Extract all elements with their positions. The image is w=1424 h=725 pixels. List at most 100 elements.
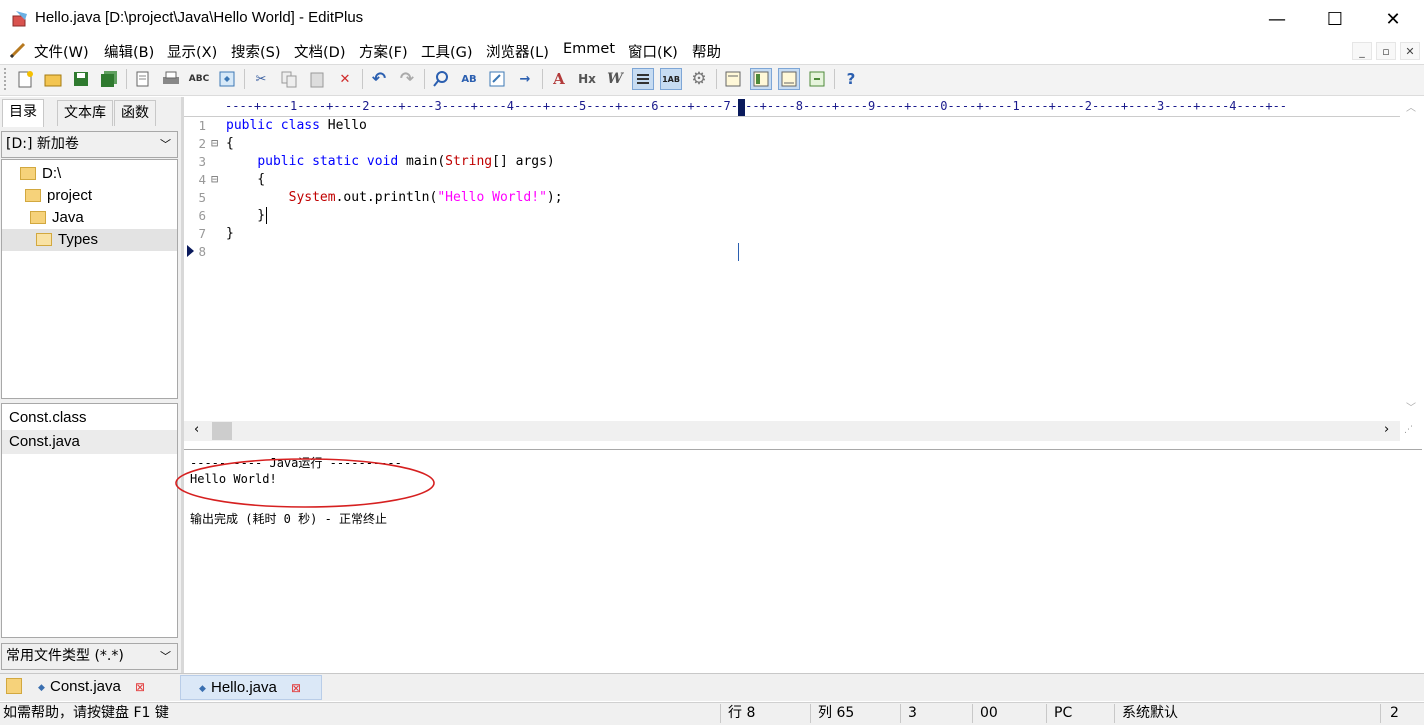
menu-window[interactable]: 窗口(K)	[628, 41, 678, 62]
line-number: 5	[198, 190, 206, 205]
editplus-app-icon[interactable]	[10, 9, 30, 29]
code-line[interactable]: }	[226, 208, 265, 223]
drive-select[interactable]: [D:] 新加卷 ﹀	[1, 131, 178, 158]
settings-icon[interactable]: ⚙	[688, 68, 710, 90]
help-icon[interactable]: ?	[840, 68, 862, 90]
scroll-down-icon[interactable]: ﹀	[1406, 399, 1416, 414]
java-file-icon: ◆	[38, 682, 45, 692]
line-number: 6	[198, 208, 206, 223]
mdi-minimize-button[interactable]: _	[1352, 42, 1372, 60]
menu-document[interactable]: 文档(D)	[294, 41, 345, 62]
file-item-const-class[interactable]: Const.class	[2, 406, 177, 430]
scroll-right-icon[interactable]: ›	[1384, 422, 1389, 437]
close-button[interactable]: ✕	[1364, 0, 1422, 38]
chevron-down-icon: ﹀	[160, 650, 171, 663]
fold-marker-icon[interactable]: ⊟	[211, 172, 218, 186]
mdi-close-button[interactable]: ✕	[1400, 42, 1420, 60]
file-type-filter-select[interactable]: 常用文件类型 (*.*) ﹀	[1, 643, 178, 670]
horizontal-scrollbar[interactable]: ‹ ›	[184, 421, 1400, 441]
undo-icon[interactable]: ↶	[368, 68, 390, 90]
cut-icon[interactable]: ✂	[250, 68, 272, 90]
fold-marker-icon[interactable]: ⊟	[211, 136, 218, 150]
mdi-restore-button[interactable]: ▫	[1376, 42, 1396, 60]
tree-node-drive[interactable]: D:\	[2, 163, 177, 185]
menu-view[interactable]: 显示(X)	[167, 41, 217, 62]
goto-icon[interactable]	[486, 68, 508, 90]
html-icon[interactable]	[806, 68, 828, 90]
next-icon[interactable]: →	[514, 68, 536, 90]
output-icon[interactable]	[750, 68, 772, 90]
window-title: Hello.java [D:\project\Java\Hello World]…	[35, 9, 364, 26]
menu-tools[interactable]: 工具(G)	[421, 41, 473, 62]
line-number: 4	[198, 172, 206, 187]
hex-icon[interactable]: Hx	[576, 68, 598, 90]
font-icon[interactable]: A	[548, 68, 570, 90]
word-wrap-icon[interactable]: W	[604, 68, 626, 90]
replace-icon[interactable]: AB	[458, 68, 480, 90]
tab-cliptext[interactable]: 文本库	[57, 100, 113, 126]
tab-hello-java[interactable]: ◆ Hello.java ⊠	[180, 675, 322, 700]
menu-emmet[interactable]: Emmet	[563, 41, 615, 57]
close-tab-icon[interactable]: ⊠	[291, 681, 301, 695]
menu-project[interactable]: 方案(F)	[359, 41, 408, 62]
paste-icon[interactable]	[306, 68, 328, 90]
maximize-button[interactable]: ☐	[1306, 0, 1364, 38]
code-line[interactable]: public static void main(String[] args)	[226, 154, 554, 169]
tab-functions[interactable]: 函数	[114, 100, 156, 126]
new-file-icon[interactable]	[14, 68, 36, 90]
menu-edit[interactable]: 编辑(B)	[104, 41, 154, 62]
status-encoding[interactable]: 系统默认	[1122, 704, 1178, 723]
menu-search[interactable]: 搜索(S)	[231, 41, 281, 62]
folder-icon[interactable]	[6, 678, 22, 694]
status-line-ending[interactable]: PC	[1054, 704, 1072, 723]
minimize-button[interactable]: —	[1248, 0, 1306, 38]
tree-node-java[interactable]: Java	[2, 207, 177, 229]
menu-file[interactable]: 文件(W)	[34, 41, 89, 62]
redo-icon[interactable]: ↷	[396, 68, 418, 90]
toolbar-separator	[424, 69, 425, 89]
browser-icon[interactable]	[216, 68, 238, 90]
column-icon[interactable]: 1AB	[660, 68, 682, 90]
status-separator	[972, 704, 973, 723]
code-token: "Hello World!"	[437, 190, 547, 205]
code-line[interactable]: System.out.println("Hello World!");	[226, 190, 563, 205]
status-separator	[810, 704, 811, 723]
save-all-icon[interactable]	[98, 68, 120, 90]
scroll-left-icon[interactable]: ‹	[194, 422, 199, 437]
delete-icon[interactable]: ✕	[334, 68, 356, 90]
status-column[interactable]: 列 65	[818, 704, 854, 723]
code-token: {	[226, 172, 266, 187]
file-item-const-java[interactable]: Const.java	[2, 430, 177, 454]
panel-icon[interactable]	[722, 68, 744, 90]
vertical-scrollbar[interactable]: ︿ ﹀	[1400, 97, 1424, 423]
code-line[interactable]: {	[226, 172, 265, 187]
save-icon[interactable]	[70, 68, 92, 90]
code-line[interactable]: public class Hello	[226, 118, 367, 133]
code-editor[interactable]: 1 2 3 4 5 6 7 8 ⊟ ⊟ public class Hello{ …	[184, 117, 1400, 423]
status-line[interactable]: 行 8	[728, 704, 755, 723]
print-preview-icon[interactable]	[132, 68, 154, 90]
open-icon[interactable]	[42, 68, 64, 90]
menu-browser[interactable]: 浏览器(L)	[486, 41, 549, 62]
tree-node-types[interactable]: Types	[2, 229, 177, 251]
code-line[interactable]: {	[226, 136, 234, 151]
tree-node-project[interactable]: project	[2, 185, 177, 207]
scroll-thumb[interactable]	[212, 422, 232, 440]
print-icon[interactable]	[160, 68, 182, 90]
line-number-icon[interactable]	[632, 68, 654, 90]
code-token: System	[288, 190, 336, 205]
text-cursor	[266, 207, 267, 224]
tab-directory[interactable]: 目录	[2, 99, 44, 127]
menu-help[interactable]: 帮助	[692, 41, 721, 62]
find-icon[interactable]	[430, 68, 452, 90]
close-tab-icon[interactable]: ⊠	[135, 680, 145, 694]
tools-icon[interactable]	[778, 68, 800, 90]
code-line[interactable]: }	[226, 226, 234, 241]
resize-grip-icon[interactable]: ⋰	[1404, 425, 1420, 441]
toolbar-grip[interactable]	[4, 68, 8, 90]
scroll-up-icon[interactable]: ︿	[1406, 99, 1416, 114]
spellcheck-icon[interactable]: ABC	[188, 68, 210, 90]
copy-icon[interactable]	[278, 68, 300, 90]
tab-const-java[interactable]: ◆ Const.java ⊠	[34, 675, 151, 700]
